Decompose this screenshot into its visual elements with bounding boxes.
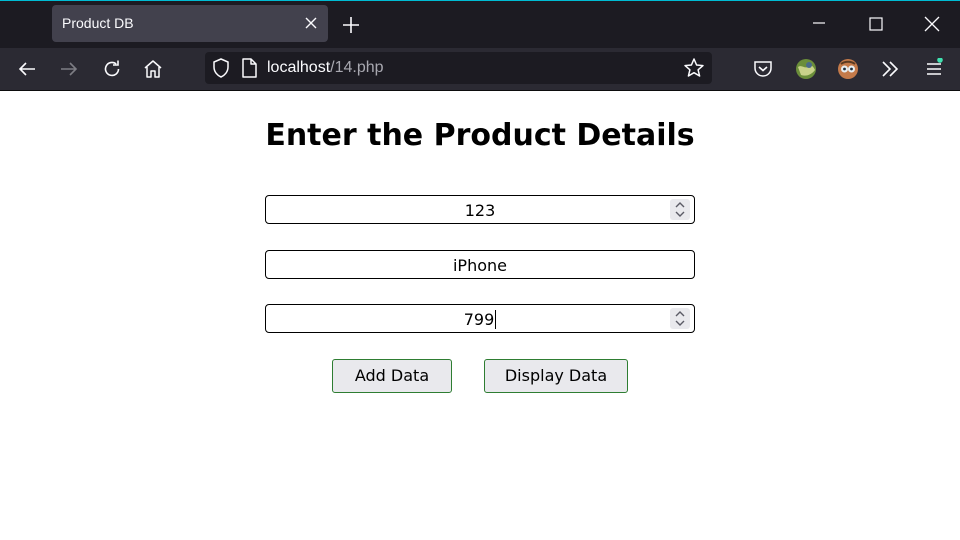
product-name-value: iPhone xyxy=(452,256,507,275)
text-caret xyxy=(495,310,497,329)
maximize-icon[interactable] xyxy=(865,13,887,35)
forward-arrow-icon[interactable] xyxy=(58,58,80,80)
url-host: localhost xyxy=(267,59,331,76)
close-window-icon[interactable] xyxy=(921,13,943,35)
number-spinner-icon[interactable] xyxy=(670,199,690,220)
chevrons-overflow-icon[interactable] xyxy=(879,58,901,80)
number-spinner-icon[interactable] xyxy=(670,308,690,329)
product-id-value: 123 xyxy=(464,201,496,220)
tab-close-icon[interactable] xyxy=(302,14,320,32)
product-id-input[interactable]: 123 xyxy=(265,195,695,224)
new-tab-plus-icon[interactable] xyxy=(340,14,362,36)
hamburger-menu-icon[interactable] xyxy=(923,58,945,80)
address-bar[interactable]: localhost/14.php xyxy=(205,52,712,84)
url-path: /14.php xyxy=(330,59,384,76)
browser-toolbar: localhost/14.php xyxy=(0,48,960,91)
url-text[interactable]: localhost/14.php xyxy=(267,59,384,77)
extension-face-icon[interactable] xyxy=(837,58,859,80)
tab-product-db[interactable]: Product DB xyxy=(52,5,328,42)
home-icon[interactable] xyxy=(142,58,164,80)
add-data-button[interactable]: Add Data xyxy=(332,359,452,393)
extension-globe-icon[interactable] xyxy=(795,58,817,80)
product-price-value: 799 xyxy=(463,310,495,329)
product-price-field: 799 xyxy=(266,310,694,329)
product-name-input[interactable]: iPhone xyxy=(265,250,695,279)
display-data-button[interactable]: Display Data xyxy=(484,359,628,393)
browser-titlebar: Product DB xyxy=(0,0,960,48)
minimize-icon[interactable] xyxy=(808,13,830,35)
bookmark-star-icon[interactable] xyxy=(683,57,705,79)
shield-icon[interactable] xyxy=(210,57,232,79)
page-icon[interactable] xyxy=(238,57,260,79)
page-title: Enter the Product Details xyxy=(265,118,695,153)
product-price-input[interactable]: 799 xyxy=(265,304,695,333)
reload-icon[interactable] xyxy=(101,58,123,80)
back-arrow-icon[interactable] xyxy=(16,58,38,80)
tab-title: Product DB xyxy=(62,15,134,31)
pocket-icon[interactable] xyxy=(752,58,774,80)
